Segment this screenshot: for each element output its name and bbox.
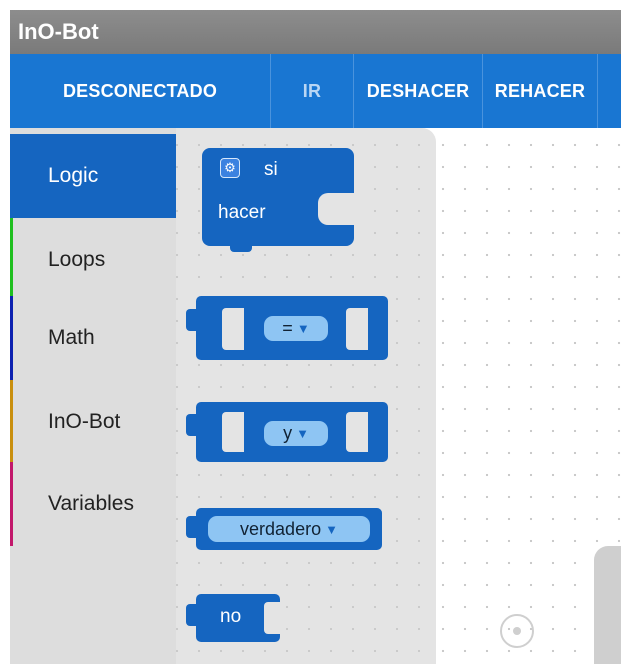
category-color-strip [10,462,13,546]
if-statement-slot [318,193,354,225]
run-button[interactable]: IR [271,54,353,128]
category-label: Math [48,326,95,349]
redo-button[interactable]: REHACER [483,54,597,128]
category-color-strip [10,296,13,380]
right-input-slot [346,308,368,350]
category-label: Loops [48,248,106,271]
left-input-slot [222,412,244,452]
category-logic[interactable]: Logic [10,134,176,218]
app-title: InO-Bot [18,19,99,44]
category-color-strip [10,218,13,302]
vertical-scrollbar[interactable] [594,546,621,664]
next-connector [230,246,252,252]
output-connector [186,604,200,626]
title-bar: InO-Bot [10,10,621,54]
if-label: si [264,159,278,180]
left-input-slot [222,308,244,350]
operator-value: = [282,318,293,338]
category-variables[interactable]: Variables [10,462,176,546]
operator-dropdown[interactable]: y ▼ [264,421,328,446]
do-label: hacer [218,202,266,223]
input-slot [264,602,280,634]
category-toolbox: Logic Loops Math InO-Bot Variables [10,128,176,664]
chevron-down-icon: ▼ [296,321,310,336]
boolean-dropdown[interactable]: verdadero ▼ [208,516,370,542]
output-connector [186,309,200,331]
category-loops[interactable]: Loops [10,218,176,302]
undo-button[interactable]: DESHACER [354,54,482,128]
category-color-strip [10,380,13,464]
output-connector [186,516,200,538]
category-ino-bot[interactable]: InO-Bot [10,380,176,464]
right-input-slot [346,412,368,452]
output-connector [186,414,200,436]
recenter-icon-dot [513,627,521,635]
gear-icon[interactable]: ⚙ [220,158,240,178]
category-math[interactable]: Math [10,296,176,380]
chevron-down-icon: ▼ [325,521,338,537]
category-label: InO-Bot [48,410,121,433]
recenter-icon[interactable] [500,614,534,648]
category-label: Logic [48,164,99,187]
negate-label: no [220,606,242,627]
operator-value: y [283,423,293,443]
boolean-value: verdadero [240,518,322,539]
chevron-down-icon: ▼ [296,426,309,441]
category-label: Variables [48,492,134,515]
connection-button[interactable]: DESCONECTADO [10,54,270,128]
toolbar-divider [597,54,598,128]
main-toolbar: DESCONECTADO IR DESHACER REHACER [10,54,621,128]
operator-dropdown[interactable]: = ▼ [264,316,328,341]
